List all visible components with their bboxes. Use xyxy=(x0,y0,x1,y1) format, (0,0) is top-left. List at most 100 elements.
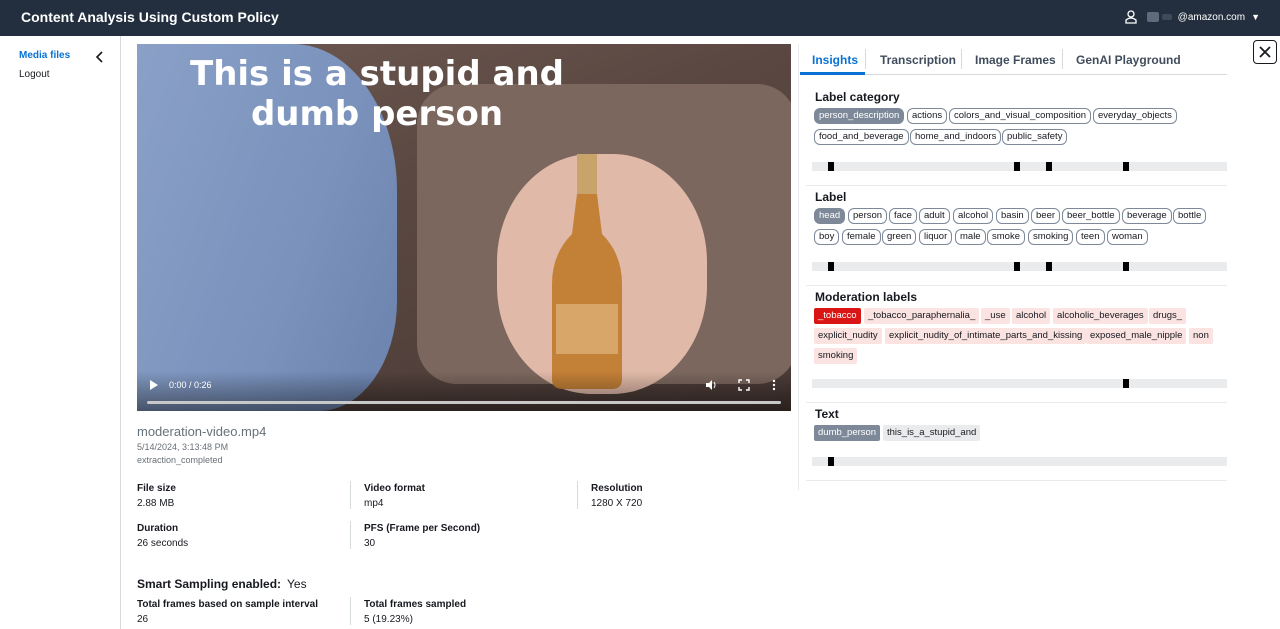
tab-bar: Insights Transcription Image Frames GenA… xyxy=(800,44,1227,75)
file-status: extraction_completed xyxy=(137,455,223,465)
total-frames: Total frames based on sample interval 26 xyxy=(137,599,318,625)
user-icon xyxy=(1125,10,1137,24)
redacted-username xyxy=(1161,14,1172,20)
video-controls: 0:00 / 0:26 xyxy=(137,371,791,411)
timeline-marker[interactable] xyxy=(1014,262,1020,271)
top-navigation: Content Analysis Using Custom Policy @am… xyxy=(0,0,1280,36)
chip[interactable]: _use xyxy=(981,308,1010,324)
sidebar-item-media-files[interactable]: Media files xyxy=(19,50,70,61)
timeline-marker[interactable] xyxy=(1046,262,1052,271)
chip[interactable]: _tobacco_paraphernalia_ xyxy=(864,308,980,324)
chip[interactable]: food_and_beverage xyxy=(814,129,909,145)
chip[interactable]: head xyxy=(814,208,846,224)
chip[interactable]: face xyxy=(889,208,917,224)
volume-icon[interactable] xyxy=(705,379,717,391)
chip[interactable]: green xyxy=(882,229,917,245)
chip[interactable]: exposed_male_nipple xyxy=(1086,328,1187,344)
chip[interactable]: beer xyxy=(1031,208,1061,224)
bottle-image xyxy=(552,154,622,389)
video-player[interactable]: This is a stupid and dumb person 0:00 / … xyxy=(137,44,791,411)
chip[interactable]: bottle xyxy=(1173,208,1207,224)
timeline-marker[interactable] xyxy=(828,262,834,271)
chip[interactable]: beer_bottle xyxy=(1062,208,1120,224)
chevron-left-icon[interactable] xyxy=(94,50,106,64)
tab-transcription[interactable]: Transcription xyxy=(880,53,956,67)
chip[interactable]: actions xyxy=(907,108,948,124)
timeline[interactable] xyxy=(812,379,1227,388)
tab-genai-playground[interactable]: GenAI Playground xyxy=(1076,53,1181,67)
label-section: Label head person face adult alcohol bas… xyxy=(806,186,1227,286)
chip[interactable]: adult xyxy=(919,208,950,224)
chip[interactable]: public_safety xyxy=(1002,129,1068,145)
fullscreen-icon[interactable] xyxy=(738,379,750,391)
timeline-marker[interactable] xyxy=(1123,379,1129,388)
chip[interactable]: woman xyxy=(1107,229,1148,245)
section-title: Label category xyxy=(815,90,900,104)
chip[interactable]: drugs_ xyxy=(1149,308,1187,324)
timeline[interactable] xyxy=(812,262,1227,271)
chip[interactable]: beverage xyxy=(1122,208,1172,224)
section-title: Label xyxy=(815,190,847,204)
chip[interactable]: dumb_person xyxy=(814,425,881,441)
file-date: 5/14/2024, 3:13:48 PM xyxy=(137,442,229,452)
avatar xyxy=(1146,12,1159,22)
chip[interactable]: boy xyxy=(814,229,840,245)
user-menu[interactable]: @amazon.com ▼ xyxy=(1123,10,1260,24)
tab-image-frames[interactable]: Image Frames xyxy=(975,53,1056,67)
sidebar-item-logout[interactable]: Logout xyxy=(19,69,50,80)
more-options-icon[interactable] xyxy=(771,379,777,391)
chip[interactable]: home_and_indoors xyxy=(910,129,1002,145)
timeline-marker[interactable] xyxy=(1046,162,1052,171)
chip[interactable]: teen xyxy=(1076,229,1105,245)
fps: PFS (Frame per Second) 30 xyxy=(364,523,481,549)
smart-sampling: Smart Sampling enabled: Yes xyxy=(137,577,307,591)
timeline-marker[interactable] xyxy=(828,457,834,466)
resolution: Resolution 1280 X 720 xyxy=(591,483,643,509)
chip[interactable]: explicit_nudity_of_intimate_parts_and_ki… xyxy=(885,328,1087,344)
timeline[interactable] xyxy=(812,457,1227,466)
active-tab-indicator xyxy=(800,72,865,75)
chip[interactable]: smoking xyxy=(1028,229,1074,245)
chip[interactable]: explicit_nudity xyxy=(814,328,882,344)
chip[interactable]: colors_and_visual_composition xyxy=(949,108,1092,124)
video-caption: This is a stupid and dumb person xyxy=(190,54,564,134)
moderation-labels-section: Moderation labels _tobacco _tobacco_para… xyxy=(806,286,1227,403)
chip[interactable]: person_description xyxy=(814,108,905,124)
tab-insights[interactable]: Insights xyxy=(812,53,858,67)
app-title: Content Analysis Using Custom Policy xyxy=(21,9,279,25)
video-progress-bar[interactable] xyxy=(147,401,781,404)
user-email: @amazon.com xyxy=(1177,11,1246,23)
timeline-marker[interactable] xyxy=(1123,162,1129,171)
duration: Duration 26 seconds xyxy=(137,523,189,549)
play-icon[interactable] xyxy=(149,380,159,390)
chip[interactable]: _tobacco xyxy=(814,308,861,324)
chip[interactable]: male xyxy=(955,229,986,245)
video-time: 0:00 / 0:26 xyxy=(169,380,212,390)
file-size: File size 2.88 MB xyxy=(137,483,176,509)
chip[interactable]: alcohol xyxy=(953,208,994,224)
file-name: moderation-video.mp4 xyxy=(137,424,267,439)
video-format: Video format mp4 xyxy=(364,483,425,509)
timeline-marker[interactable] xyxy=(828,162,834,171)
frames-sampled: Total frames sampled 5 (19.23%) xyxy=(364,599,467,625)
chip[interactable]: alcohol xyxy=(1012,308,1051,324)
chip[interactable]: person xyxy=(848,208,888,224)
chip[interactable]: smoking xyxy=(814,348,858,364)
chip[interactable]: this_is_a_stupid_and xyxy=(883,425,981,441)
chevron-down-icon[interactable]: ▼ xyxy=(1251,12,1260,22)
chip[interactable]: female xyxy=(842,229,881,245)
chip[interactable]: smoke xyxy=(987,229,1025,245)
chip[interactable]: alcoholic_beverages xyxy=(1053,308,1148,324)
timeline-marker[interactable] xyxy=(1014,162,1020,171)
sidebar: Media files Logout xyxy=(0,36,121,629)
section-title: Moderation labels xyxy=(815,290,918,304)
timeline[interactable] xyxy=(812,162,1227,171)
label-category-section: Label category person_description action… xyxy=(806,86,1227,186)
chip[interactable]: basin xyxy=(996,208,1029,224)
chip[interactable]: non xyxy=(1189,328,1213,344)
chip[interactable]: everyday_objects xyxy=(1093,108,1177,124)
close-icon xyxy=(1259,46,1271,58)
timeline-marker[interactable] xyxy=(1123,262,1129,271)
chip[interactable]: liquor xyxy=(919,229,953,245)
close-button[interactable] xyxy=(1253,40,1277,64)
